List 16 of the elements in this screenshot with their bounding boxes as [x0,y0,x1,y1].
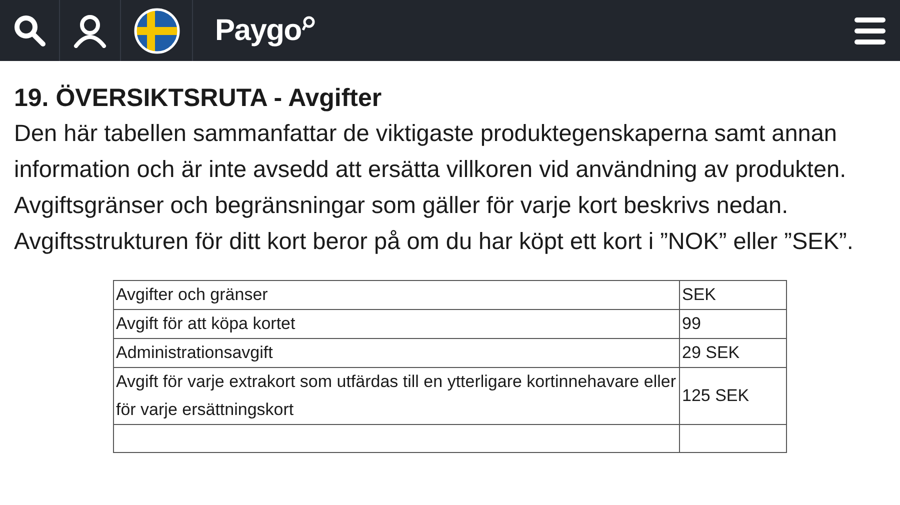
logo-mark-icon [302,16,316,32]
table-cell: Avgift för att köpa kortet [114,310,680,338]
table-cell: Administrationsavgift [114,338,680,368]
body-paragraph: Den här tabellen sammanfattar de viktigaste produktegenskaperna samt annan information och är inte avsedd att ersätta villkoren vid användning av produkten. Avgiftsgränser och begränsningar som gäller för varje kort beskrivs nedan. [14,119,848,220]
user-icon[interactable] [72,14,108,48]
table-cell: SEK [680,280,786,310]
menu-icon[interactable] [854,16,886,44]
table-cell: 99 [680,310,786,338]
table-cell: Avgifter och gränser [114,280,680,310]
brand-logo[interactable]: Paygo [215,8,302,53]
table-cell: 125 SEK [680,368,786,424]
body-paragraph: Avgiftsstrukturen för ditt kort beror på om du har köpt ett kort i ”NOK” eller ”SEK”. [14,227,854,256]
table-cell: Avgift för varje extrakort som utfärdas till en ytterligare kortinnehavare eller för varje ersättningskort [114,368,680,424]
section-heading: 19. ÖVERSIKTSRUTA - Avgifter [14,83,383,114]
table-cell: 29 SEK [680,338,786,368]
search-icon[interactable] [12,14,46,48]
